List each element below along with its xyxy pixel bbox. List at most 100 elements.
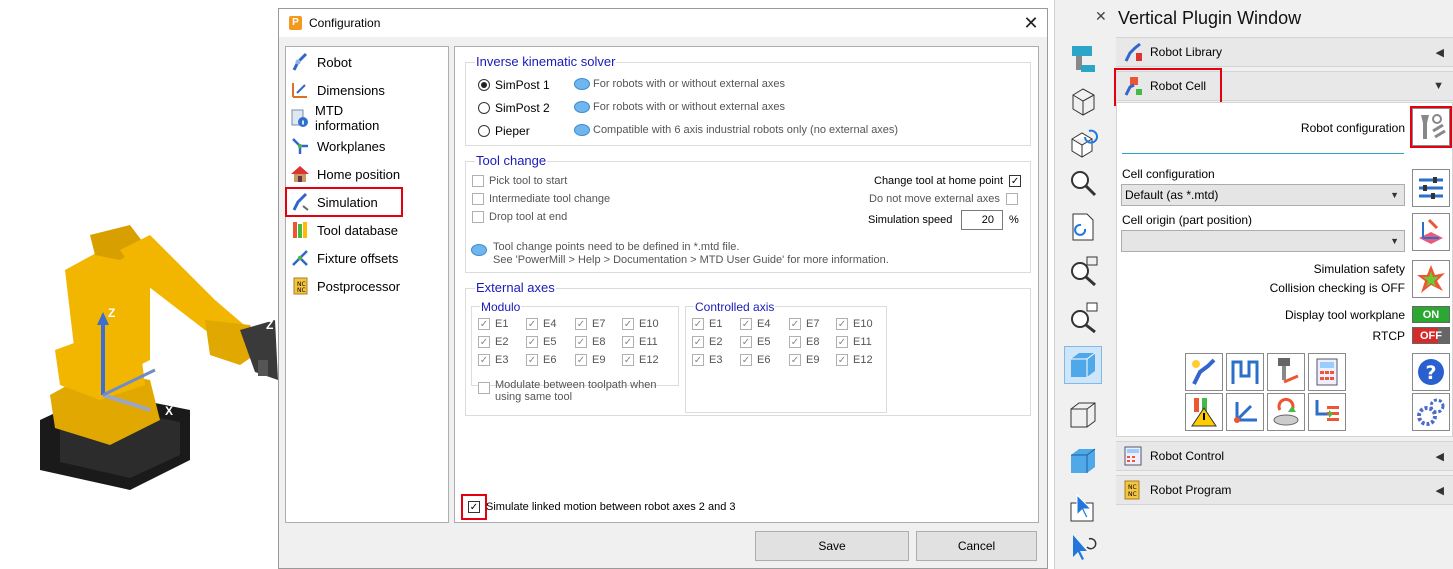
no-external-axes-checkbox[interactable]: Do not move external axes [869, 193, 1018, 205]
zoom-window-icon[interactable] [1064, 298, 1102, 336]
controlled-e3-checkbox[interactable]: ✓ E3 [692, 354, 722, 366]
robot-move-icon[interactable] [1185, 353, 1223, 391]
radio-label: SimPost 2 [495, 101, 550, 115]
rotate-view-icon[interactable] [1064, 124, 1102, 162]
reset-position-icon[interactable] [1267, 393, 1305, 431]
controlled-e10-checkbox[interactable]: ✓ E10 [836, 318, 873, 330]
hint-text: For robots with or without external axes [593, 78, 785, 90]
section-robot-cell[interactable]: Robot Cell ▼ [1114, 68, 1453, 106]
tool-axis-icon[interactable] [1267, 353, 1305, 391]
nav-item-dimensions[interactable]: Dimensions [289, 77, 401, 103]
wireframe-view-icon[interactable] [1064, 396, 1102, 434]
cell-configuration-select[interactable]: Default (as *.mtd) ▼ [1121, 184, 1405, 206]
intermediate-tool-change-checkbox[interactable]: Intermediate tool change [472, 193, 610, 205]
select-pointer-icon[interactable] [1064, 490, 1102, 528]
modulate-checkbox[interactable]: Modulate between toolpath when using sam… [478, 379, 678, 403]
save-button[interactable]: Save [755, 531, 909, 561]
collision-icon [1417, 265, 1445, 293]
modulo-e3-checkbox[interactable]: ✓ E3 [478, 354, 508, 366]
warning-tool-icon[interactable] [1185, 393, 1223, 431]
modulo-e6-checkbox[interactable]: ✓ E6 [526, 354, 556, 366]
calculator-icon[interactable] [1308, 353, 1346, 391]
axes-move-icon[interactable] [1226, 393, 1264, 431]
controlled-e2-checkbox[interactable]: ✓ E2 [692, 336, 722, 348]
nav-label: MTD information [315, 103, 380, 133]
section-label: Robot Library [1150, 45, 1223, 59]
modulo-e2-checkbox[interactable]: ✓ E2 [478, 336, 508, 348]
modulo-e9-checkbox[interactable]: ✓ E9 [575, 354, 605, 366]
modulo-e10-checkbox[interactable]: ✓ E10 [622, 318, 659, 330]
simulate-linked-motion-checkbox[interactable]: ✓ Simulate linked motion between robot a… [461, 494, 736, 520]
controlled-e12-checkbox[interactable]: ✓ E12 [836, 354, 873, 366]
modulo-e12-checkbox[interactable]: ✓ E12 [622, 354, 659, 366]
modulo-e11-checkbox[interactable]: ✓ E11 [622, 336, 658, 348]
checkbox-label: E9 [806, 354, 820, 366]
pieper-radio[interactable]: Pieper [478, 124, 530, 138]
simpost1-radio[interactable]: SimPost 1 [478, 78, 550, 92]
checkbox-box: ✓ [478, 318, 490, 330]
cell-origin-select[interactable]: ▼ [1121, 230, 1405, 252]
section-robot-library[interactable]: Robot Library ◀ [1116, 37, 1453, 67]
speech-bubble-icon [574, 78, 590, 90]
section-robot-program[interactable]: NC NC Robot Program ◀ [1116, 475, 1453, 505]
robot-configuration-button[interactable] [1410, 106, 1452, 148]
pick-tool-checkbox[interactable]: Pick tool to start [472, 175, 567, 187]
controlled-e11-checkbox[interactable]: ✓ E11 [836, 336, 872, 348]
wireframe-cube-icon[interactable] [1064, 82, 1102, 120]
cancel-button[interactable]: Cancel [916, 531, 1037, 561]
controlled-e8-checkbox[interactable]: ✓ E8 [789, 336, 819, 348]
controlled-e4-checkbox[interactable]: ✓ E4 [740, 318, 770, 330]
simulation-speed-input[interactable]: 20 [961, 210, 1003, 230]
checkbox-label: E12 [853, 354, 873, 366]
display-workplane-toggle[interactable]: ON [1412, 306, 1450, 323]
checkbox-box: ✓ [622, 354, 634, 366]
3d-viewport[interactable]: Z Y X Z [0, 0, 278, 569]
simpost2-radio[interactable]: SimPost 2 [478, 101, 550, 115]
controlled-e9-checkbox[interactable]: ✓ E9 [789, 354, 819, 366]
modulo-e1-checkbox[interactable]: ✓ E1 [478, 318, 508, 330]
nav-item-fixture-offsets[interactable]: Fixture offsets [289, 245, 401, 271]
controlled-e6-checkbox[interactable]: ✓ E6 [740, 354, 770, 366]
zoom-fit-icon[interactable] [1064, 252, 1102, 290]
section-robot-control[interactable]: Robot Control ◀ [1116, 441, 1453, 471]
zoom-icon[interactable] [1064, 164, 1102, 202]
nav-item-workplanes[interactable]: Workplanes [289, 133, 401, 159]
rtcp-toggle[interactable]: OFF [1412, 327, 1450, 344]
settings-gear-icon[interactable] [1412, 393, 1450, 431]
z-axis-label: Z [108, 306, 116, 320]
robot-model [40, 225, 278, 490]
toolpath-icon[interactable] [1226, 353, 1264, 391]
controlled-e1-checkbox[interactable]: ✓ E1 [692, 318, 722, 330]
controlled-e7-checkbox[interactable]: ✓ E7 [789, 318, 819, 330]
checkbox-label: E11 [639, 336, 658, 348]
modulo-e5-checkbox[interactable]: ✓ E5 [526, 336, 556, 348]
section-label: Robot Program [1150, 483, 1232, 497]
simulation-safety-button[interactable] [1412, 260, 1450, 298]
modulo-e4-checkbox[interactable]: ✓ E4 [526, 318, 556, 330]
nav-item-mtd-information[interactable]: MTD information [289, 103, 401, 133]
transparent-view-icon[interactable] [1064, 442, 1102, 480]
undo-pointer-icon[interactable] [1064, 528, 1102, 566]
close-icon[interactable]: ✕ [1019, 11, 1043, 35]
checkbox-box [478, 382, 490, 394]
nav-item-home-position[interactable]: Home position [289, 161, 401, 187]
change-tool-home-checkbox[interactable]: ✓ Change tool at home point [874, 175, 1022, 187]
controlled-e5-checkbox[interactable]: ✓ E5 [740, 336, 770, 348]
shaded-view-icon[interactable] [1064, 346, 1102, 384]
refresh-page-icon[interactable] [1064, 208, 1102, 246]
cell-configuration-button[interactable] [1412, 169, 1450, 207]
export-list-icon[interactable] [1308, 393, 1346, 431]
nav-item-tool-database[interactable]: Tool database [289, 217, 401, 243]
checkbox-box: ✓ [836, 318, 848, 330]
nav-item-simulation[interactable]: Simulation [285, 187, 403, 217]
help-icon[interactable]: ? [1412, 353, 1450, 391]
close-icon[interactable]: ✕ [1095, 8, 1107, 25]
dialog-titlebar[interactable]: P Configuration ✕ [279, 9, 1047, 37]
modulo-e8-checkbox[interactable]: ✓ E8 [575, 336, 605, 348]
modulo-e7-checkbox[interactable]: ✓ E7 [575, 318, 605, 330]
nav-item-postprocessor[interactable]: NC NC Postprocessor [289, 273, 401, 299]
cell-origin-button[interactable] [1412, 213, 1450, 251]
drop-tool-checkbox[interactable]: Drop tool at end [472, 211, 567, 223]
robot-cell-view-icon[interactable] [1064, 40, 1102, 78]
nav-item-robot[interactable]: Robot [289, 49, 401, 75]
